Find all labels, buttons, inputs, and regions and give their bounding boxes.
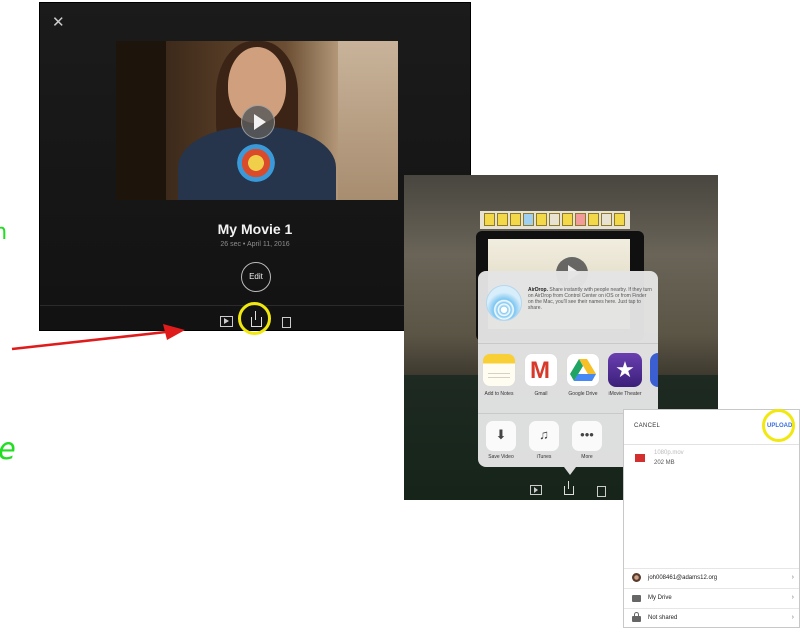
play-icon[interactable] xyxy=(530,485,542,495)
file-name[interactable]: 1080p.mov xyxy=(654,450,684,456)
share-apps-row: Add to Notes M Gmail Google Drive ★ iMov… xyxy=(478,347,658,414)
share-app-gmail[interactable]: M Gmail xyxy=(522,353,560,397)
folder-icon xyxy=(632,595,641,602)
sharing-row[interactable]: Not shared › xyxy=(624,608,799,627)
share-app-imovie-theater[interactable]: ★ iMovie Theater xyxy=(606,353,644,397)
imovie-theater-icon: ★ xyxy=(608,353,642,387)
action-more[interactable]: ••• More xyxy=(568,421,606,460)
drive-upload-screenshot: CANCEL UPLOAD 1080p.mov 202 MB joh008461… xyxy=(623,409,800,628)
chevron-right-icon: › xyxy=(791,594,794,601)
upload-highlight-circle xyxy=(762,409,795,442)
share-app-label: iMovie Theater xyxy=(608,391,642,397)
airdrop-description: AirDrop. Share instantly with people nea… xyxy=(528,287,652,311)
share-app-notes[interactable]: Add to Notes xyxy=(480,353,518,397)
share-app-google-drive[interactable]: Google Drive xyxy=(564,353,602,397)
action-label: Save Video xyxy=(488,454,514,460)
action-label: More xyxy=(581,454,593,460)
lock-icon xyxy=(632,612,641,622)
action-label: iTunes xyxy=(536,454,552,460)
airdrop-section[interactable]: AirDrop. Share instantly with people nea… xyxy=(478,271,658,344)
account-row[interactable]: joh008461@adams12.org › xyxy=(624,568,799,588)
airdrop-icon xyxy=(486,285,522,321)
notes-icon xyxy=(482,353,516,387)
action-save-video[interactable]: ⬇ Save Video xyxy=(482,421,520,460)
gmail-icon: M xyxy=(524,353,558,387)
google-drive-icon xyxy=(566,353,600,387)
share-app-partial[interactable] xyxy=(648,353,658,387)
share-sheet-pointer xyxy=(564,467,576,475)
share-app-label: Add to Notes xyxy=(484,391,514,397)
video-file-icon xyxy=(635,454,645,462)
symbol-strip xyxy=(480,211,630,229)
share-app-label: Google Drive xyxy=(568,391,598,397)
folder-row[interactable]: My Drive › xyxy=(624,588,799,608)
itunes-icon: ♫ xyxy=(529,421,559,451)
share-app-label: Gmail xyxy=(534,391,548,397)
more-icon: ••• xyxy=(572,421,602,451)
file-entry: 1080p.mov 202 MB xyxy=(624,444,799,474)
partial-app-icon xyxy=(650,353,658,387)
action-itunes[interactable]: ♫ iTunes xyxy=(525,421,563,460)
chevron-right-icon: › xyxy=(791,614,794,621)
file-size: 202 MB xyxy=(654,460,675,466)
account-avatar-icon xyxy=(632,573,641,582)
share-icon[interactable] xyxy=(564,481,574,495)
folder-name: My Drive xyxy=(648,595,672,601)
save-video-icon: ⬇ xyxy=(486,421,516,451)
account-email: joh008461@adams12.org xyxy=(648,575,718,581)
cancel-button[interactable]: CANCEL xyxy=(634,423,660,429)
trash-icon[interactable] xyxy=(597,486,606,497)
chevron-right-icon: › xyxy=(791,574,794,581)
sharing-status: Not shared xyxy=(648,615,678,621)
